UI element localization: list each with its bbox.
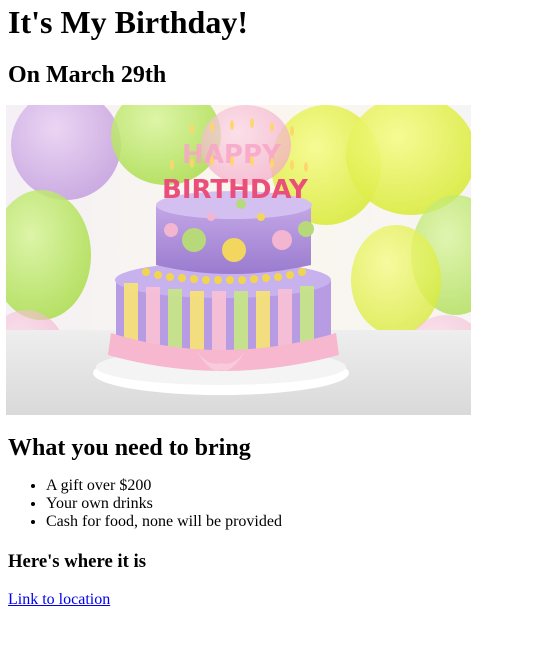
location-heading: Here's where it is — [8, 551, 146, 572]
bring-list: A gift over $200 Your own drinks Cash fo… — [8, 477, 533, 531]
bring-heading: What you need to bring — [8, 435, 251, 461]
list-item: Cash for food, none will be provided — [46, 513, 533, 531]
page-body: It's My Birthday! On March 29th HAPPY BI… — [0, 0, 541, 609]
list-item: Your own drinks — [46, 495, 533, 513]
birthday-cake-image: HAPPY BIRTHDAY — [6, 105, 471, 415]
page-title: It's My Birthday! — [8, 4, 248, 40]
list-item: A gift over $200 — [46, 477, 533, 495]
location-link[interactable]: Link to location — [8, 591, 110, 608]
candle-text-birthday: BIRTHDAY — [162, 175, 309, 205]
location-paragraph: Link to location — [8, 591, 533, 609]
date-heading: On March 29th — [8, 62, 167, 88]
